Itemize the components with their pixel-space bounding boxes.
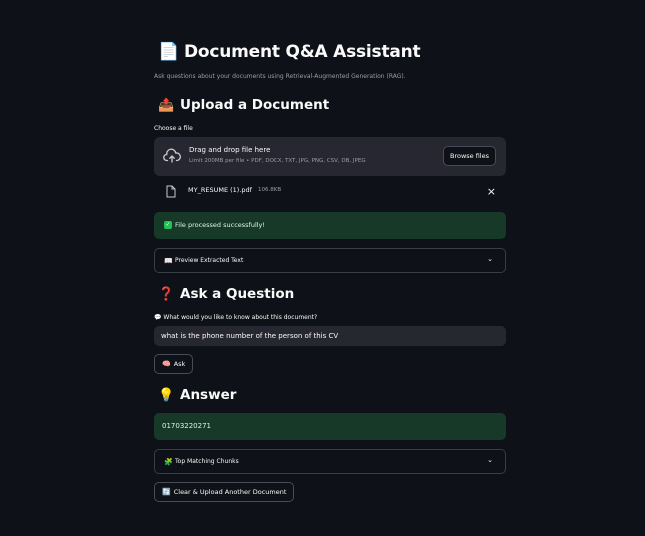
success-alert: ✓ File processed successfully! — [154, 212, 506, 239]
upload-heading-row: 📤 Upload a Document — [158, 97, 329, 113]
ask-button[interactable]: 🧠 Ask — [154, 354, 194, 374]
page-title: Document Q&A Assistant — [184, 42, 421, 62]
dropzone-limit: Limit 200MB per file • PDF, DOCX, TXT, J… — [189, 158, 366, 164]
file-dropzone[interactable]: Drag and drop file here Limit 200MB per … — [154, 137, 506, 176]
lightbulb-icon: 💡 — [158, 387, 175, 403]
refresh-icon: 🔄 — [162, 488, 171, 496]
ask-heading-row: ❓ Ask a Question — [158, 286, 294, 302]
answer-heading-row: 💡 Answer — [158, 387, 236, 403]
clear-upload-button-label: Clear & Upload Another Document — [173, 488, 287, 496]
chevron-down-icon: ⌄ — [487, 456, 493, 464]
success-message: File processed successfully! — [175, 221, 266, 229]
uploaded-file-item: MY_RESUME (1).pdf 106.8KB × — [154, 183, 506, 201]
dropzone-title: Drag and drop file here — [189, 146, 271, 154]
chevron-down-icon: ⌄ — [487, 255, 493, 263]
cloud-upload-icon — [163, 148, 181, 163]
question-input-label: 💬 What would you like to know about this… — [154, 314, 317, 321]
outbox-icon: 📤 — [158, 97, 175, 113]
ask-button-label: Ask — [173, 360, 186, 368]
file-icon — [166, 185, 176, 198]
answer-box: 01703220271 — [154, 413, 506, 440]
document-icon: 📄 — [158, 42, 180, 62]
uploaded-file-size: 106.8KB — [258, 187, 282, 193]
page-title-row: 📄 Document Q&A Assistant — [158, 42, 421, 62]
browse-files-button[interactable]: Browse files — [443, 146, 496, 166]
close-icon[interactable]: × — [487, 185, 496, 198]
page-subtitle: Ask questions about your documents using… — [154, 73, 406, 80]
upload-heading: Upload a Document — [180, 97, 330, 113]
speech-bubble-icon: 💬 — [154, 314, 162, 321]
file-uploader-label: Choose a file — [154, 125, 193, 132]
brain-icon: 🧠 — [162, 360, 171, 368]
check-icon: ✓ — [164, 221, 172, 229]
uploaded-file-name: MY_RESUME (1).pdf — [188, 186, 252, 194]
answer-heading: Answer — [180, 387, 237, 403]
answer-text: 01703220271 — [162, 422, 211, 430]
preview-extracted-text-expander[interactable]: 📖 Preview Extracted Text ⌄ — [154, 248, 506, 273]
preview-expander-label: Preview Extracted Text — [175, 257, 244, 264]
clear-upload-button[interactable]: 🔄 Clear & Upload Another Document — [154, 482, 295, 502]
chunks-expander-label: Top Matching Chunks — [175, 458, 239, 465]
ask-heading: Ask a Question — [180, 286, 295, 302]
question-icon: ❓ — [158, 286, 175, 302]
puzzle-icon: 🧩 — [164, 458, 173, 466]
question-input[interactable] — [154, 326, 506, 346]
top-matching-chunks-expander[interactable]: 🧩 Top Matching Chunks ⌄ — [154, 449, 506, 474]
question-input-label-text: What would you like to know about this d… — [163, 314, 318, 321]
book-icon: 📖 — [164, 257, 173, 265]
